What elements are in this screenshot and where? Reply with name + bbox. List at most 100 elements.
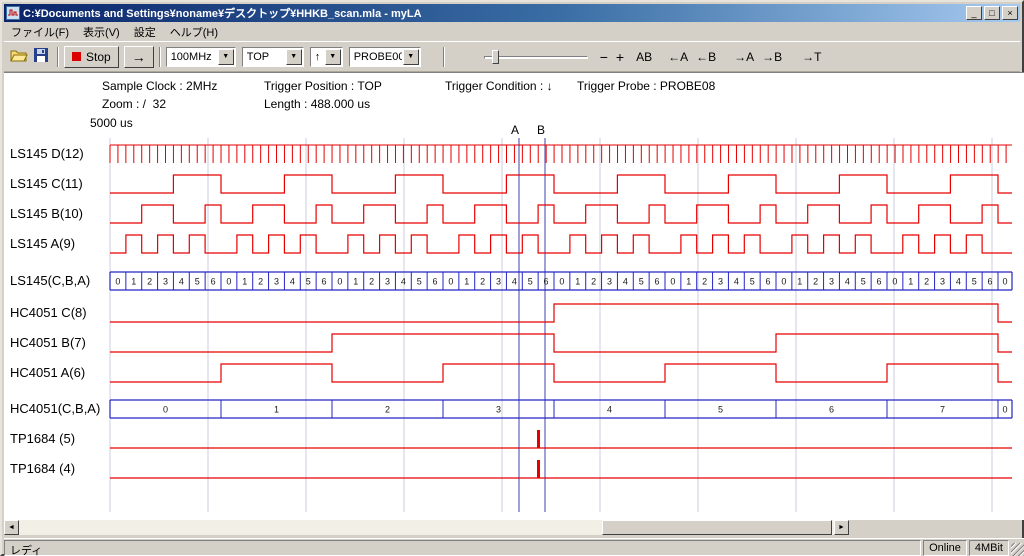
- menu-file[interactable]: ファイル(F): [4, 22, 76, 42]
- folder-open-icon: [10, 48, 28, 65]
- svg-text:0: 0: [559, 277, 564, 287]
- svg-text:6: 6: [877, 277, 882, 287]
- svg-text:2: 2: [813, 277, 818, 287]
- goto-marker-a-button[interactable]: ←A: [664, 48, 692, 66]
- svg-text:5: 5: [639, 277, 644, 287]
- menu-settings[interactable]: 設定: [127, 22, 163, 42]
- svg-text:3: 3: [274, 277, 279, 287]
- svg-text:3: 3: [718, 277, 723, 287]
- floppy-disk-icon: [34, 48, 48, 65]
- svg-text:6: 6: [433, 277, 438, 287]
- svg-text:3: 3: [940, 277, 945, 287]
- open-file-button[interactable]: [8, 46, 30, 68]
- svg-text:1: 1: [274, 405, 279, 415]
- svg-text:4: 4: [623, 277, 628, 287]
- svg-text:3: 3: [163, 277, 168, 287]
- svg-text:2: 2: [369, 277, 374, 287]
- title-bar: C:¥Documents and Settings¥noname¥デスクトップ¥…: [4, 4, 1020, 22]
- svg-text:0: 0: [1002, 277, 1007, 287]
- status-bar: レディ Online 4MBit: [4, 538, 1024, 556]
- svg-text:1: 1: [131, 277, 136, 287]
- menu-help[interactable]: ヘルプ(H): [163, 22, 225, 42]
- svg-text:A: A: [511, 123, 519, 137]
- svg-text:6: 6: [211, 277, 216, 287]
- waveform-area[interactable]: 5000 usABLS145 D(12)LS145 C(11)LS145 B(1…: [4, 114, 1024, 518]
- probe-select[interactable]: PROBE00 ▼: [349, 47, 421, 67]
- svg-text:4: 4: [179, 277, 184, 287]
- waveform-panel[interactable]: 5000 usABLS145 D(12)LS145 C(11)LS145 B(1…: [4, 114, 1024, 518]
- svg-text:5: 5: [417, 277, 422, 287]
- svg-text:2: 2: [702, 277, 707, 287]
- minimize-button[interactable]: _: [966, 6, 982, 20]
- length-info: Length : 488.000 us: [264, 97, 370, 111]
- svg-text:1: 1: [797, 277, 802, 287]
- svg-text:2: 2: [258, 277, 263, 287]
- svg-text:0: 0: [163, 405, 168, 415]
- svg-text:3: 3: [829, 277, 834, 287]
- zoom-slider[interactable]: [484, 48, 588, 66]
- set-marker-a-button[interactable]: →A: [730, 48, 758, 66]
- stop-button[interactable]: Stop: [64, 46, 119, 68]
- zoom-slider-thumb[interactable]: [492, 50, 499, 64]
- stop-icon: [72, 52, 81, 61]
- zoom-slider-groove: [484, 56, 588, 59]
- svg-text:1: 1: [353, 277, 358, 287]
- goto-marker-b-button[interactable]: ←B: [692, 48, 720, 66]
- chevron-down-icon: ▼: [286, 49, 302, 65]
- svg-text:0: 0: [1002, 405, 1007, 415]
- run-button[interactable]: →: [124, 46, 154, 68]
- svg-text:0: 0: [448, 277, 453, 287]
- toolbar-separator: [443, 47, 445, 67]
- trigger-position-select[interactable]: TOP ▼: [242, 47, 304, 67]
- status-memory-badge: 4MBit: [969, 540, 1009, 556]
- svg-text:4: 4: [956, 277, 961, 287]
- close-button[interactable]: ×: [1002, 6, 1018, 20]
- zoom-out-button[interactable]: −: [596, 47, 612, 67]
- svg-text:5000 us: 5000 us: [90, 116, 133, 130]
- scrollbar-thumb[interactable]: [602, 520, 832, 535]
- window-title: C:¥Documents and Settings¥noname¥デスクトップ¥…: [23, 5, 964, 21]
- svg-text:6: 6: [322, 277, 327, 287]
- trigger-condition-info: Trigger Condition : ↓: [445, 79, 553, 93]
- svg-text:5: 5: [528, 277, 533, 287]
- svg-text:6: 6: [655, 277, 660, 287]
- trigger-edge-select[interactable]: ↑ ▼: [310, 47, 343, 67]
- svg-text:0: 0: [115, 277, 120, 287]
- maximize-button[interactable]: □: [984, 6, 1000, 20]
- svg-text:2: 2: [591, 277, 596, 287]
- horizontal-scrollbar[interactable]: ◄ ►: [4, 520, 849, 535]
- svg-text:4: 4: [290, 277, 295, 287]
- toolbar-separator: [159, 47, 161, 67]
- svg-text:1: 1: [908, 277, 913, 287]
- svg-text:6: 6: [988, 277, 993, 287]
- save-button[interactable]: [30, 46, 52, 68]
- svg-text:3: 3: [385, 277, 390, 287]
- svg-text:5: 5: [972, 277, 977, 287]
- svg-text:3: 3: [496, 405, 501, 415]
- svg-text:0: 0: [781, 277, 786, 287]
- svg-text:2: 2: [147, 277, 152, 287]
- scroll-left-button[interactable]: ◄: [4, 520, 19, 535]
- sample-clock-select[interactable]: 100MHz ▼: [166, 47, 236, 67]
- sample-clock-info: Sample Clock : 2MHz: [102, 79, 217, 93]
- resize-grip-icon[interactable]: [1011, 543, 1024, 556]
- scroll-right-button[interactable]: ►: [834, 520, 849, 535]
- app-window: C:¥Documents and Settings¥noname¥デスクトップ¥…: [0, 0, 1024, 556]
- zoom-in-button[interactable]: +: [612, 47, 628, 67]
- svg-text:HC4051 C(8): HC4051 C(8): [10, 305, 87, 320]
- menu-view[interactable]: 表示(V): [76, 22, 127, 42]
- svg-text:1: 1: [686, 277, 691, 287]
- svg-text:TP1684 (4): TP1684 (4): [10, 461, 75, 476]
- svg-text:0: 0: [226, 277, 231, 287]
- svg-text:3: 3: [607, 277, 612, 287]
- svg-text:6: 6: [544, 277, 549, 287]
- goto-trigger-button[interactable]: →T: [798, 48, 825, 66]
- svg-text:0: 0: [892, 277, 897, 287]
- chevron-down-icon: ▼: [403, 49, 419, 65]
- set-marker-b-button[interactable]: →B: [758, 48, 786, 66]
- zoom-info: Zoom : / 32: [102, 97, 166, 111]
- chevron-down-icon: ▼: [325, 49, 341, 65]
- ab-markers-button[interactable]: AB: [632, 48, 656, 66]
- svg-text:0: 0: [670, 277, 675, 287]
- svg-text:4: 4: [734, 277, 739, 287]
